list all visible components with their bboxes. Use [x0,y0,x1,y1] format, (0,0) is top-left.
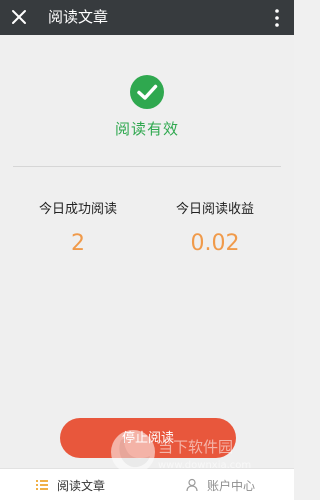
stat-success-reads: 今日成功阅读 2 [13,198,143,256]
more-icon[interactable] [274,8,280,28]
app-frame: 阅读文章 阅读有效 今日成功阅读 2 今日阅读收益 0.02 停止阅读 阅读文章… [0,0,294,500]
list-icon [36,480,48,490]
stat-value: 0.02 [190,231,240,256]
stop-reading-button[interactable]: 停止阅读 [60,418,236,458]
divider [13,166,281,167]
top-bar: 阅读文章 [0,0,294,35]
page-title: 阅读文章 [48,8,109,26]
status-section: 阅读有效 [0,74,294,139]
status-text: 阅读有效 [114,120,179,138]
tab-label: 账户中心 [207,478,256,493]
tab-read-articles[interactable]: 阅读文章 [35,469,105,500]
tab-label: 阅读文章 [57,478,106,493]
check-circle-icon [130,75,164,109]
stat-label: 今日成功阅读 [38,202,117,217]
user-icon [186,478,198,492]
stat-reading-income: 今日阅读收益 0.02 [150,198,280,256]
bottom-nav: 阅读文章 账户中心 [0,468,294,500]
stat-label: 今日阅读收益 [175,202,254,217]
stat-value: 2 [71,231,85,256]
tab-account-center[interactable]: 账户中心 [185,469,255,500]
close-icon[interactable] [10,8,28,26]
